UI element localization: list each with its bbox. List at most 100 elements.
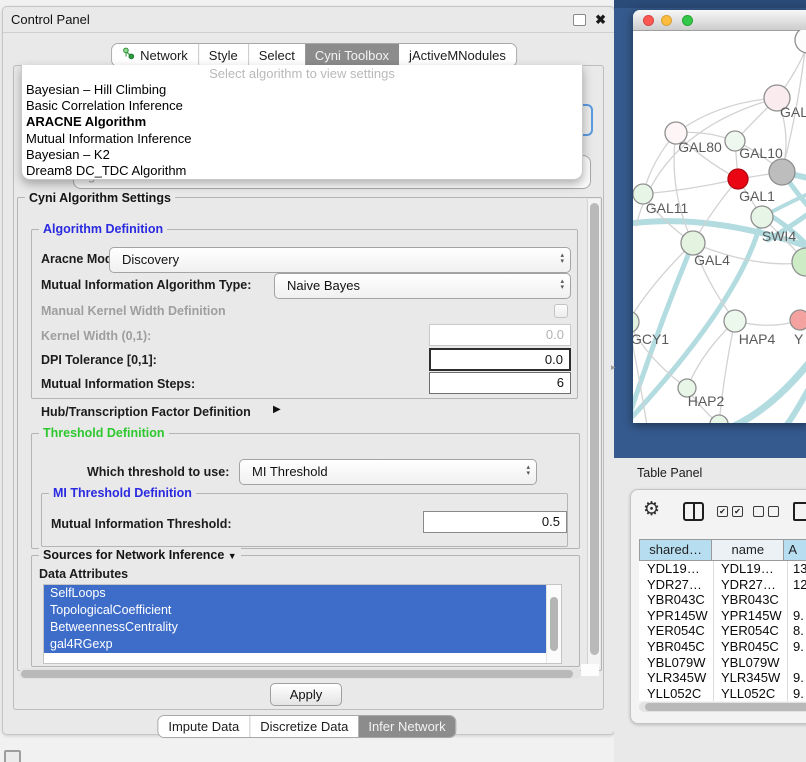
tab-infer-network[interactable]: Infer Network xyxy=(358,716,455,737)
table-horizontal-scrollbar-thumb[interactable] xyxy=(645,703,806,711)
node-swi4[interactable] xyxy=(751,206,773,228)
table-cell[interactable] xyxy=(787,592,806,608)
table-header-row[interactable]: shared…nameA xyxy=(639,539,806,561)
table-row[interactable]: YBR045CYBR045C9. xyxy=(639,639,806,655)
table-cell[interactable]: YBL079W xyxy=(713,655,787,671)
table-cell[interactable]: YLL052C xyxy=(639,686,713,701)
table-cell[interactable]: 9. xyxy=(787,639,806,655)
table-cell[interactable]: YBR045C xyxy=(639,639,713,655)
node-gcy1[interactable] xyxy=(633,311,639,333)
sources-group-title[interactable]: Sources for Network Inference ▼ xyxy=(39,548,241,562)
kernel-width-field[interactable]: 0.0 xyxy=(429,324,571,346)
splitter-collapse-icon[interactable]: ▸ xyxy=(611,362,616,373)
column-header-shared[interactable]: shared… xyxy=(640,540,711,560)
control-panel-titlebar[interactable]: Control Panel ✖ xyxy=(3,7,614,33)
float-window-icon[interactable] xyxy=(4,750,21,762)
settings-horizontal-scrollbar-thumb[interactable] xyxy=(21,670,573,678)
hub-section-label[interactable]: Hub/Transcription Factor Definition xyxy=(41,405,251,419)
table-cell[interactable]: YBR043C xyxy=(639,592,713,608)
algorithm-option-basic-correlation-inference[interactable]: Basic Correlation Inference xyxy=(22,98,582,114)
table-cell[interactable]: YPR145W xyxy=(639,608,713,624)
tab-style[interactable]: Style xyxy=(198,44,248,66)
node-right-green[interactable] xyxy=(792,248,806,276)
table-cell[interactable]: YDR27… xyxy=(713,577,787,593)
algorithm-option-dream8-dc-tdc-algorithm[interactable]: Dream8 DC_TDC Algorithm xyxy=(22,163,582,179)
table-row[interactable]: YBR043CYBR043C xyxy=(639,592,806,608)
algorithm-option-bayesian-hill-climbing[interactable]: Bayesian – Hill Climbing xyxy=(22,82,582,98)
tab-discretize-data[interactable]: Discretize Data xyxy=(249,716,358,737)
tab-jactivemnodules[interactable]: jActiveMNodules xyxy=(399,44,516,66)
node-top-right[interactable] xyxy=(795,30,806,53)
column-header-name[interactable]: name xyxy=(711,540,783,560)
table-cell[interactable]: YLR345W xyxy=(639,670,713,686)
table-row[interactable]: YPR145WYPR145W9. xyxy=(639,608,806,624)
settings-vertical-scrollbar[interactable] xyxy=(587,199,600,667)
which-threshold-combo[interactable]: MI Threshold ▴▾ xyxy=(239,459,537,485)
algorithm-option-mutual-information-inference[interactable]: Mutual Information Inference xyxy=(22,131,582,147)
node-pink-right[interactable] xyxy=(790,310,806,330)
tab-select[interactable]: Select xyxy=(248,44,305,66)
restore-icon[interactable] xyxy=(573,14,586,26)
attribute-item-topologicalcoefficient[interactable]: TopologicalCoefficient xyxy=(44,602,547,619)
table-cell[interactable] xyxy=(787,655,806,671)
aracne-mode-combo[interactable]: Discovery ▴▾ xyxy=(109,247,571,273)
settings-vertical-scrollbar-thumb[interactable] xyxy=(590,203,599,655)
network-edge[interactable] xyxy=(643,179,738,194)
table-row[interactable]: YLR345WYLR345W9. xyxy=(639,670,806,686)
tab-impute-data[interactable]: Impute Data xyxy=(158,716,249,737)
apply-button[interactable]: Apply xyxy=(270,683,342,706)
close-traffic-light-icon[interactable] xyxy=(643,15,654,26)
mi-algorithm-type-combo[interactable]: Naive Bayes ▴▾ xyxy=(274,273,571,299)
node-gray[interactable] xyxy=(769,159,795,185)
manual-kernel-width-checkbox[interactable] xyxy=(554,304,568,318)
attributes-list-scrollbar[interactable] xyxy=(546,585,561,663)
table-cell[interactable]: YER054C xyxy=(639,623,713,639)
table-cell[interactable]: 9. xyxy=(787,670,806,686)
table-cell[interactable]: 13 xyxy=(787,561,806,577)
table-row[interactable]: YDL19…YDL19…13 xyxy=(639,561,806,577)
tab-cyni-toolbox[interactable]: Cyni Toolbox xyxy=(305,44,399,66)
gear-icon[interactable]: ⚙ xyxy=(643,498,660,520)
data-attributes-list[interactable]: SelfLoopsTopologicalCoefficientBetweenne… xyxy=(43,584,562,664)
close-icon[interactable]: ✖ xyxy=(595,10,606,29)
attribute-item-betweennesscentrality[interactable]: BetweennessCentrality xyxy=(44,619,547,636)
table-cell[interactable]: YDL19… xyxy=(713,561,787,577)
algorithm-option-bayesian-k2[interactable]: Bayesian – K2 xyxy=(22,147,582,163)
column-header-a[interactable]: A xyxy=(783,540,806,560)
network-canvas[interactable]: GALGAL80GAL10GAL1GAL11SWI4GAL4GCY1HAP4YH… xyxy=(633,30,806,423)
table-cell[interactable]: 8. xyxy=(787,623,806,639)
tab-network[interactable]: Network xyxy=(112,44,198,66)
table-cell[interactable]: YER054C xyxy=(713,623,787,639)
table-horizontal-scrollbar[interactable] xyxy=(639,702,806,712)
table-row[interactable]: YBL079WYBL079W xyxy=(639,655,806,671)
table-row[interactable]: YLL052CYLL052C9. xyxy=(639,686,806,701)
table-cell[interactable]: YBR043C xyxy=(713,592,787,608)
table-cell[interactable]: YBR045C xyxy=(713,639,787,655)
table-body[interactable]: YDL19…YDL19…13YDR27…YDR27…12YBR043CYBR04… xyxy=(639,561,806,701)
table-row[interactable]: YER054CYER054C8. xyxy=(639,623,806,639)
deselect-all-icon[interactable] xyxy=(753,506,779,517)
table-cell[interactable]: YLL052C xyxy=(713,686,787,701)
network-window[interactable]: GALGAL80GAL10GAL1GAL11SWI4GAL4GCY1HAP4YH… xyxy=(633,10,806,423)
algorithm-option-aracne-algorithm[interactable]: ARACNE Algorithm xyxy=(22,114,582,130)
network-edge-thick[interactable] xyxy=(786,390,806,423)
mi-steps-field[interactable]: 6 xyxy=(429,372,571,394)
settings-horizontal-scrollbar[interactable] xyxy=(19,668,581,679)
table-row[interactable]: YDR27…YDR27…12 xyxy=(639,577,806,593)
node-gal1-red[interactable] xyxy=(728,169,748,189)
table-cell[interactable]: 9. xyxy=(787,608,806,624)
network-edge[interactable] xyxy=(633,243,693,322)
split-view-icon[interactable] xyxy=(683,502,704,521)
zoom-traffic-light-icon[interactable] xyxy=(682,15,693,26)
table-cell[interactable]: YBL079W xyxy=(639,655,713,671)
minimize-traffic-light-icon[interactable] xyxy=(661,15,672,26)
table-cell[interactable]: YPR145W xyxy=(713,608,787,624)
expand-right-icon[interactable]: ▶ xyxy=(273,404,281,415)
network-window-titlebar[interactable] xyxy=(633,10,806,31)
mi-threshold-field[interactable]: 0.5 xyxy=(423,511,567,533)
table-cell[interactable]: YLR345W xyxy=(713,670,787,686)
select-all-icon[interactable]: ✔ ✔ xyxy=(717,506,743,517)
attribute-item-selfloops[interactable]: SelfLoops xyxy=(44,585,547,602)
dpi-tolerance-field[interactable]: 0.0 xyxy=(429,348,571,371)
table-cell[interactable]: 12 xyxy=(787,577,806,593)
